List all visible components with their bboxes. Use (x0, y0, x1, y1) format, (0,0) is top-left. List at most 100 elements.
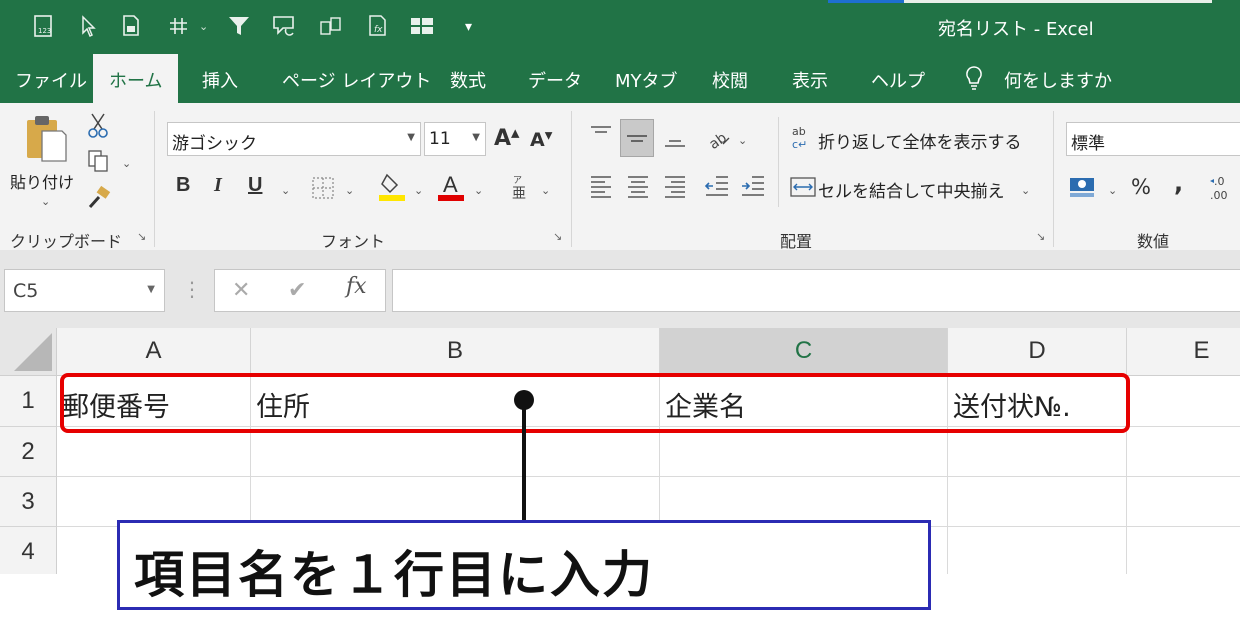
formula-input[interactable] (392, 269, 1240, 312)
column-header-d[interactable]: D (948, 328, 1127, 376)
increase-indent-icon[interactable] (740, 173, 766, 203)
cell-a2[interactable] (57, 427, 251, 477)
print-preview-icon[interactable] (118, 13, 144, 39)
borders-icon[interactable] (166, 13, 192, 39)
underline-dropdown-icon[interactable]: ⌄ (281, 184, 290, 197)
font-color-icon[interactable]: A (438, 171, 466, 205)
accounting-format-icon[interactable] (1068, 173, 1098, 203)
insert-function-button[interactable]: fx (346, 274, 367, 299)
align-left-icon[interactable] (589, 173, 613, 203)
borders-dropdown-icon[interactable]: ⌄ (199, 20, 208, 33)
select-all-button[interactable] (0, 328, 57, 376)
align-right-icon[interactable] (663, 173, 687, 203)
cell-e4[interactable] (1127, 527, 1240, 574)
paste-button[interactable]: 貼り付け (10, 169, 74, 193)
underline-button[interactable]: U (248, 174, 262, 197)
tab-file[interactable]: ファイル (15, 67, 87, 93)
tab-help[interactable]: ヘルプ (871, 67, 925, 93)
merge-center-icon[interactable] (790, 175, 816, 203)
tab-review[interactable]: 校閲 (712, 67, 748, 93)
name-box-dropdown-icon[interactable]: ▼ (147, 284, 155, 295)
borders-button-dropdown-icon[interactable]: ⌄ (345, 184, 354, 197)
paste-icon[interactable] (24, 113, 68, 167)
freeze-panes-icon[interactable] (409, 13, 435, 39)
tab-my-tab[interactable]: MYタブ (615, 67, 678, 93)
italic-button[interactable]: I (214, 174, 222, 197)
comma-style-button[interactable]: , (1174, 169, 1183, 197)
tab-data[interactable]: データ (528, 67, 582, 93)
filter-icon[interactable] (226, 13, 252, 39)
row-header-4[interactable]: 4 (0, 527, 57, 574)
row-header-1[interactable]: 1 (0, 376, 57, 427)
cell-d2[interactable] (948, 427, 1127, 477)
row-header-2[interactable]: 2 (0, 427, 57, 477)
fill-color-dropdown-icon[interactable]: ⌄ (414, 184, 423, 197)
orientation-icon[interactable]: ab (706, 125, 732, 155)
orientation-dropdown-icon[interactable]: ⌄ (738, 134, 747, 147)
format-painter-icon[interactable] (86, 185, 112, 215)
confirm-entry-button[interactable]: ✔ (288, 278, 306, 303)
wrap-text-button[interactable]: 折り返して全体を表示する (818, 128, 1022, 153)
column-header-e[interactable]: E (1127, 328, 1240, 376)
merge-center-dropdown-icon[interactable]: ⌄ (1021, 184, 1030, 197)
name-box[interactable]: C5 ▼ (4, 269, 165, 312)
phonetic-guide-dropdown-icon[interactable]: ⌄ (541, 184, 550, 197)
font-size-combo[interactable]: 11 ▼ (424, 122, 486, 156)
svg-text:亜: 亜 (512, 186, 526, 201)
column-header-a[interactable]: A (57, 328, 251, 376)
row-header-3[interactable]: 3 (0, 477, 57, 527)
font-name-combo[interactable]: 游ゴシック ▼ (167, 122, 421, 156)
compare-icon[interactable] (318, 13, 344, 39)
number-format-combo[interactable]: 標準 (1066, 122, 1240, 156)
tab-page-layout[interactable]: ページ レイアウト (282, 67, 431, 93)
cell-d4[interactable] (948, 527, 1127, 574)
cell-e3[interactable] (1127, 477, 1240, 527)
tell-me-search[interactable]: 何をしますか (1004, 67, 1112, 93)
column-header-c[interactable]: C (660, 328, 948, 376)
cell-c2[interactable] (660, 427, 948, 477)
shrink-font-button[interactable]: A▼ (530, 129, 552, 151)
bottom-align-icon[interactable] (663, 127, 687, 155)
phonetic-guide-icon[interactable]: ア亜 (510, 173, 532, 205)
tab-formulas[interactable]: 数式 (450, 67, 486, 93)
increase-decimal-icon[interactable]: .0.00 (1208, 173, 1240, 207)
font-size-dropdown-icon[interactable]: ▼ (472, 132, 480, 143)
tab-insert[interactable]: 挿入 (202, 67, 238, 93)
formula-bar-grip-icon[interactable]: ⋮ (182, 277, 202, 301)
cut-icon[interactable] (86, 111, 110, 143)
calc-icon[interactable]: 123 (30, 13, 56, 39)
bold-button[interactable]: B (176, 174, 190, 197)
font-name-dropdown-icon[interactable]: ▼ (407, 132, 415, 143)
customize-qat-icon[interactable]: ▾ (465, 19, 472, 35)
cell-e2[interactable] (1127, 427, 1240, 477)
decrease-indent-icon[interactable] (704, 173, 730, 203)
top-align-icon[interactable] (589, 123, 613, 151)
insert-comment-icon[interactable] (271, 13, 297, 39)
percent-style-button[interactable]: % (1131, 175, 1151, 199)
copy-icon[interactable] (86, 148, 110, 178)
alignment-launcher-icon[interactable]: ↘ (1036, 230, 1049, 243)
paste-dropdown-icon[interactable]: ⌄ (41, 195, 50, 208)
cell-b2[interactable] (251, 427, 660, 477)
wrap-text-icon[interactable]: ab c↵ (790, 123, 814, 155)
select-objects-icon[interactable] (75, 13, 101, 39)
borders-button-icon[interactable] (310, 175, 336, 205)
font-color-dropdown-icon[interactable]: ⌄ (474, 184, 483, 197)
cell-e1[interactable] (1127, 376, 1240, 427)
cell-d3[interactable] (948, 477, 1127, 527)
lightbulb-icon[interactable] (962, 64, 986, 92)
font-launcher-icon[interactable]: ↘ (553, 230, 566, 243)
copy-dropdown-icon[interactable]: ⌄ (122, 157, 131, 170)
accounting-format-dropdown-icon[interactable]: ⌄ (1108, 184, 1117, 197)
cancel-entry-button[interactable]: ✕ (232, 278, 250, 303)
tab-view[interactable]: 表示 (792, 67, 828, 93)
column-header-b[interactable]: B (251, 328, 660, 376)
clipboard-launcher-icon[interactable]: ↘ (137, 230, 150, 243)
fill-color-icon[interactable] (379, 171, 407, 205)
formula-icon[interactable]: fx (364, 13, 390, 39)
merge-center-button[interactable]: セルを結合して中央揃え (818, 177, 1005, 202)
grow-font-button[interactable]: A▲ (494, 126, 520, 151)
shrink-font-label: A (530, 129, 545, 151)
tab-home[interactable]: ホーム (93, 54, 179, 103)
align-center-icon[interactable] (626, 173, 650, 203)
